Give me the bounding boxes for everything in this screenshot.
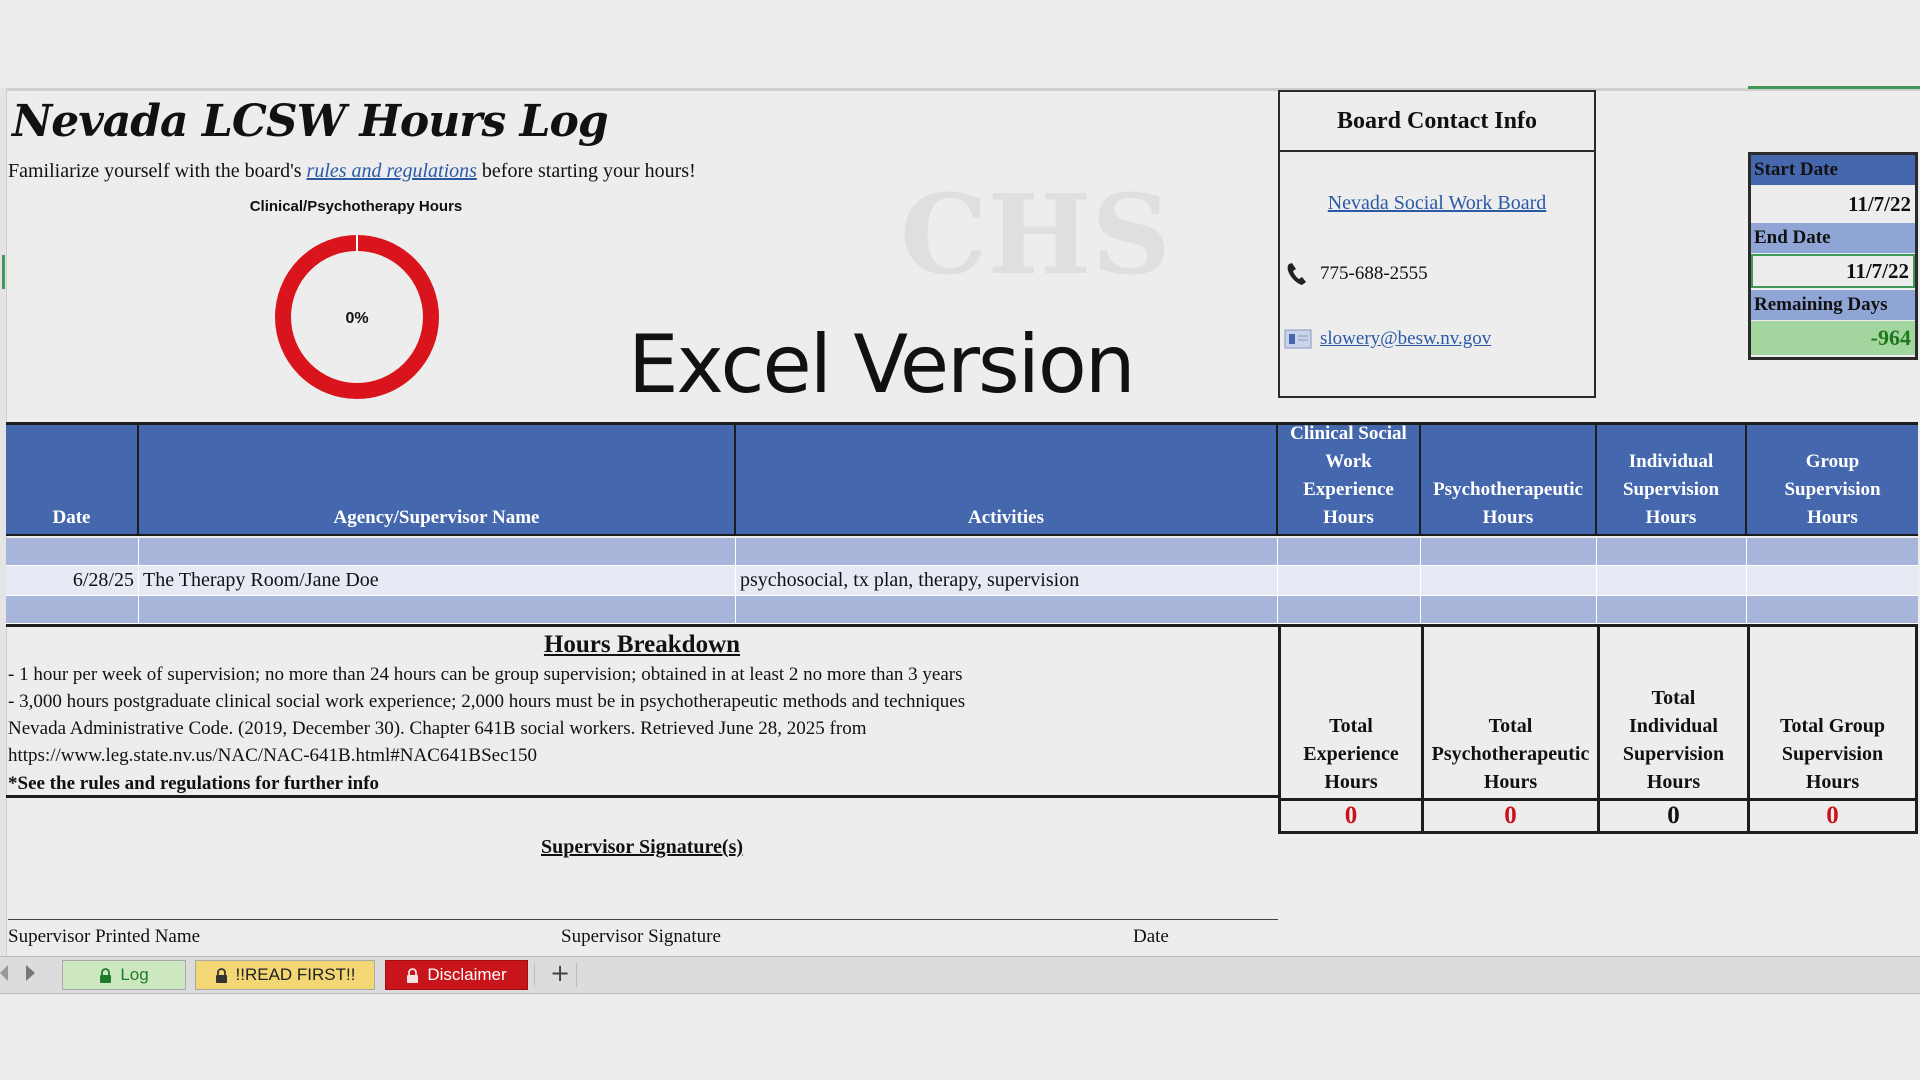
supervisor-signature-label: Supervisor Signature: [561, 926, 721, 947]
email-row: slowery@besw.nv.gov: [1284, 328, 1491, 350]
breakdown-line: Nevada Administrative Code. (2019, Decem…: [8, 718, 867, 739]
tab-separator: [534, 963, 535, 987]
hours-breakdown-section: Hours Breakdown - 1 hour per week of sup…: [6, 624, 1278, 798]
cell-activities[interactable]: [736, 538, 1278, 565]
board-contact-box: Board Contact Info Nevada Social Work Bo…: [1278, 90, 1596, 398]
lock-icon: [407, 967, 419, 983]
cell-psycho-hours[interactable]: [1421, 538, 1597, 565]
breakdown-note: *See the rules and regulations for furth…: [8, 773, 380, 794]
add-sheet-button[interactable]: +: [550, 959, 570, 987]
breakdown-line: - 1 hour per week of supervision; no mor…: [8, 664, 963, 685]
row-selection-mark: [2, 255, 5, 289]
tab-read-first[interactable]: !!READ FIRST!!: [195, 960, 375, 990]
selection-indicator: [1748, 86, 1920, 89]
remaining-days-value[interactable]: -964: [1751, 321, 1915, 355]
phone-icon: [1287, 263, 1306, 285]
total-individual-label: Total Individual Supervision Hours: [1597, 627, 1747, 798]
sheet-top-border: [0, 88, 1920, 91]
totals-section: Total Experience Hours Total Psychothera…: [1278, 624, 1918, 834]
signature-line: [8, 919, 1278, 920]
breakdown-line: https://www.leg.state.nv.us/NAC/NAC-641B…: [8, 745, 538, 766]
board-contact-title: Board Contact Info: [1280, 92, 1594, 152]
lock-icon: [215, 967, 227, 983]
hours-breakdown-title: Hours Breakdown: [543, 631, 741, 658]
tab-disclaimer[interactable]: Disclaimer: [385, 960, 528, 990]
header-individual-supervision[interactable]: Individual Supervision Hours: [1597, 425, 1747, 534]
board-phone: 775-688-2555: [1320, 263, 1428, 284]
end-date-label: End Date: [1751, 223, 1915, 253]
table-row[interactable]: 6/28/25 The Therapy Room/Jane Doe psycho…: [6, 566, 1918, 596]
total-experience-value[interactable]: 0: [1278, 798, 1421, 834]
cell-individual-hours[interactable]: [1597, 596, 1747, 623]
header-clinical-hours[interactable]: Clinical Social Work Experience Hours: [1278, 423, 1421, 534]
header-date[interactable]: Date: [6, 425, 139, 534]
tab-disclaimer-label: Disclaimer: [427, 965, 507, 984]
cell-group-hours[interactable]: [1747, 566, 1918, 595]
cell-date[interactable]: 6/28/25: [6, 566, 139, 595]
cell-date[interactable]: [6, 538, 139, 565]
header-group-supervision[interactable]: Group Supervision Hours: [1747, 425, 1918, 534]
cell-individual-hours[interactable]: [1597, 538, 1747, 565]
cell-agency[interactable]: The Therapy Room/Jane Doe: [139, 566, 736, 595]
email-icon: [1284, 329, 1312, 349]
total-psycho-label: Total Psychotherapeutic Hours: [1421, 627, 1597, 798]
scroll-right-icon[interactable]: [26, 965, 35, 981]
tab-log[interactable]: Log: [62, 960, 186, 990]
start-date-label: Start Date: [1751, 155, 1915, 185]
cell-agency[interactable]: [139, 596, 736, 623]
total-group-value[interactable]: 0: [1747, 798, 1918, 834]
start-date-value[interactable]: 11/7/22: [1751, 187, 1915, 221]
version-label: Excel Version: [628, 318, 1136, 411]
cell-date[interactable]: [6, 596, 139, 623]
header-agency[interactable]: Agency/Supervisor Name: [139, 425, 736, 534]
cell-clinical-hours[interactable]: [1278, 538, 1421, 565]
log-table-header: Date Agency/Supervisor Name Activities C…: [6, 422, 1918, 536]
sheet-title: Nevada LCSW Hours Log: [12, 96, 609, 147]
cell-group-hours[interactable]: [1747, 596, 1918, 623]
cell-activities[interactable]: psychosocial, tx plan, therapy, supervis…: [736, 566, 1278, 595]
total-psycho-value[interactable]: 0: [1421, 798, 1597, 834]
cell-psycho-hours[interactable]: [1421, 566, 1597, 595]
cell-activities[interactable]: [736, 596, 1278, 623]
total-group-label: Total Group Supervision Hours: [1747, 627, 1918, 798]
cell-group-hours[interactable]: [1747, 538, 1918, 565]
donut-value: 0%: [345, 310, 368, 327]
rules-regulations-link[interactable]: rules and regulations: [307, 160, 477, 182]
scroll-left-icon[interactable]: [0, 965, 8, 981]
intro-before: Familiarize yourself with the board's: [8, 160, 307, 182]
sheet-tab-bar: Log !!READ FIRST!! Disclaimer +: [0, 956, 1920, 994]
breakdown-line: - 3,000 hours postgraduate clinical soci…: [8, 691, 966, 712]
tab-read-first-label: !!READ FIRST!!: [235, 965, 356, 984]
header-activities[interactable]: Activities: [736, 425, 1278, 534]
cell-clinical-hours[interactable]: [1278, 566, 1421, 595]
table-row[interactable]: [6, 538, 1918, 566]
phone-row: 775-688-2555: [1284, 260, 1428, 288]
supervisor-printed-name-label: Supervisor Printed Name: [8, 926, 201, 947]
cell-psycho-hours[interactable]: [1421, 596, 1597, 623]
tab-log-label: Log: [120, 965, 149, 984]
remaining-days-label: Remaining Days: [1751, 290, 1915, 320]
intro-text: Familiarize yourself with the board's ru…: [8, 160, 696, 183]
cell-individual-hours[interactable]: [1597, 566, 1747, 595]
end-date-value[interactable]: 11/7/22: [1751, 254, 1915, 288]
background-watermark: CHS: [900, 170, 1171, 299]
hours-donut-chart[interactable]: 0%: [272, 232, 442, 402]
total-experience-label: Total Experience Hours: [1278, 627, 1421, 798]
dates-panel: Start Date 11/7/22 End Date 11/7/22 Rema…: [1748, 152, 1918, 360]
board-email-link[interactable]: slowery@besw.nv.gov: [1320, 328, 1491, 350]
supervisor-signature-title: Supervisor Signature(s): [540, 836, 744, 858]
total-individual-value[interactable]: 0: [1597, 798, 1747, 834]
intro-after: before starting your hours!: [476, 160, 696, 182]
cell-clinical-hours[interactable]: [1278, 596, 1421, 623]
board-website-link[interactable]: Nevada Social Work Board: [1280, 192, 1594, 215]
tab-separator: [576, 963, 577, 987]
cell-agency[interactable]: [139, 538, 736, 565]
donut-chart-title: Clinical/Psychotherapy Hours: [249, 198, 463, 215]
signature-date-label: Date: [1133, 926, 1169, 947]
header-psychotherapeutic-hours[interactable]: Psychotherapeutic Hours: [1421, 425, 1597, 534]
table-row[interactable]: [6, 596, 1918, 624]
lock-icon: [100, 967, 112, 983]
